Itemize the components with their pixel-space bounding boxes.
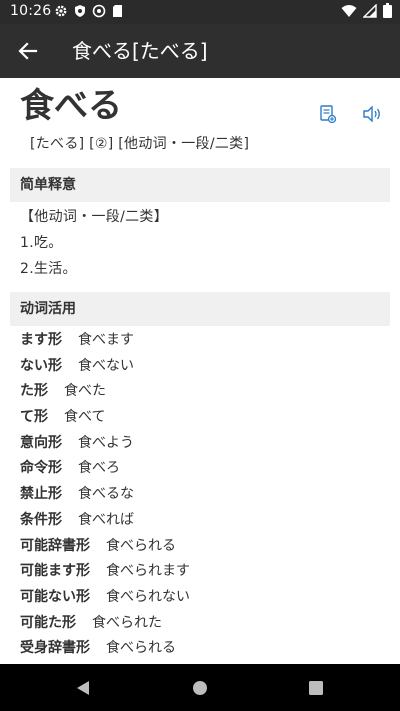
shield-icon — [74, 3, 86, 22]
section-heading-conjugation: 动词活用 — [10, 292, 390, 326]
conjugation-value: 食べろ — [78, 460, 120, 477]
conjugation-label: た形 — [20, 383, 48, 400]
conjugation-row: 意向形 食べよう — [20, 431, 190, 457]
conjugation-value: 食べない — [78, 357, 134, 374]
conjugation-label: 可能ます形 — [20, 563, 90, 580]
conjugation-row: て形 食べて — [20, 405, 190, 431]
definition-list: 【他动词・一段/二类】 1.吃。 2.生活。 — [20, 204, 168, 282]
conjugation-row: 受身辞書形 食べられる — [20, 636, 190, 662]
conjugation-row: 可能ない形 食べられない — [20, 585, 190, 611]
conjugation-row: 禁止形 食べるな — [20, 482, 190, 508]
conjugation-row: た形 食べた — [20, 379, 190, 405]
conjugation-row: ます形 食べます — [20, 328, 190, 354]
add-to-notebook-icon[interactable] — [318, 104, 338, 124]
signal-icon — [362, 2, 377, 22]
conjugation-label: 可能た形 — [20, 614, 76, 631]
conjugation-value: 食べられた — [92, 614, 162, 631]
conjugation-row: 可能ます形 食べられます — [20, 559, 190, 585]
nav-home-icon[interactable] — [191, 679, 209, 697]
conjugation-value: 食べられる — [106, 640, 176, 657]
notification-icons — [54, 3, 123, 22]
arrow-back-icon[interactable] — [14, 37, 42, 65]
conjugation-value: 食べよう — [78, 434, 134, 451]
conjugation-row: 可能た形 食べられた — [20, 611, 190, 637]
conjugation-list: ます形 食べます ない形 食べない た形 食べた て形 食べて 意向形 食べよう 命令形食… — [20, 328, 190, 662]
conjugation-label: 命令形 — [20, 460, 62, 477]
app-bar-title: 食べる[たべる] — [72, 39, 208, 63]
entry-reading: [たべる] [②] [他动词・一段/二类] — [30, 136, 250, 152]
navigation-bar — [0, 664, 400, 711]
conjugation-value: 食べられます — [106, 563, 190, 580]
conjugation-value: 食べます — [78, 332, 134, 348]
status-bar: 10:26 — [0, 0, 400, 24]
definition-item: 2.生活。 — [20, 261, 77, 277]
conjugation-label: 禁止形 — [20, 486, 62, 503]
conjugation-label: ます形 — [20, 332, 62, 348]
conjugation-label: て形 — [20, 409, 48, 426]
status-time: 10:26 — [10, 3, 52, 19]
conjugation-value: 食べて — [64, 409, 106, 426]
conjugation-label: 条件形 — [20, 511, 62, 528]
dictionary-entry[interactable]: 食べる [たべる] [②] [他动词・一段/二类] 简单释意 【他动词・一段/二… — [0, 78, 400, 664]
conjugation-row: 可能辞書形 食べられる — [20, 534, 190, 560]
definition-item: 【他动词・一段/二类】 — [20, 209, 169, 225]
nav-back-icon[interactable] — [74, 679, 92, 697]
battery-icon — [383, 2, 392, 22]
conjugation-label: 受身辞書形 — [20, 640, 90, 657]
system-icons — [341, 2, 392, 22]
entry-toolbar — [318, 104, 382, 124]
conjugation-value: 食べられる — [106, 537, 176, 554]
wifi-icon — [341, 3, 357, 22]
section-heading-simple-meaning: 简单释意 — [10, 168, 390, 202]
conjugation-row: 命令形 食べろ — [20, 456, 190, 482]
conjugation-value: 食べられない — [106, 588, 190, 605]
conjugation-label: 可能ない形 — [20, 588, 90, 605]
nav-recents-icon[interactable] — [307, 679, 325, 697]
conjugation-value: 食べるな — [78, 486, 134, 503]
conjugation-value: 食べれば — [78, 511, 134, 528]
conjugation-row: ない形 食べない — [20, 354, 190, 380]
conjugation-label: 意向形 — [20, 434, 62, 451]
definition-item: 1.吃。 — [20, 235, 63, 251]
conjugation-row: 条件形 食べれば — [20, 508, 190, 534]
speaker-icon[interactable] — [362, 104, 382, 124]
conjugation-value: 食べた — [64, 383, 106, 400]
sd-card-icon — [112, 3, 123, 22]
at-sign-icon — [92, 3, 106, 22]
conjugation-label: 可能辞書形 — [20, 537, 90, 554]
entry-word: 食べる — [20, 86, 122, 126]
app-bar: 食べる[たべる] — [0, 24, 400, 78]
conjugation-label: ない形 — [20, 357, 62, 374]
settings-icon — [54, 3, 68, 22]
